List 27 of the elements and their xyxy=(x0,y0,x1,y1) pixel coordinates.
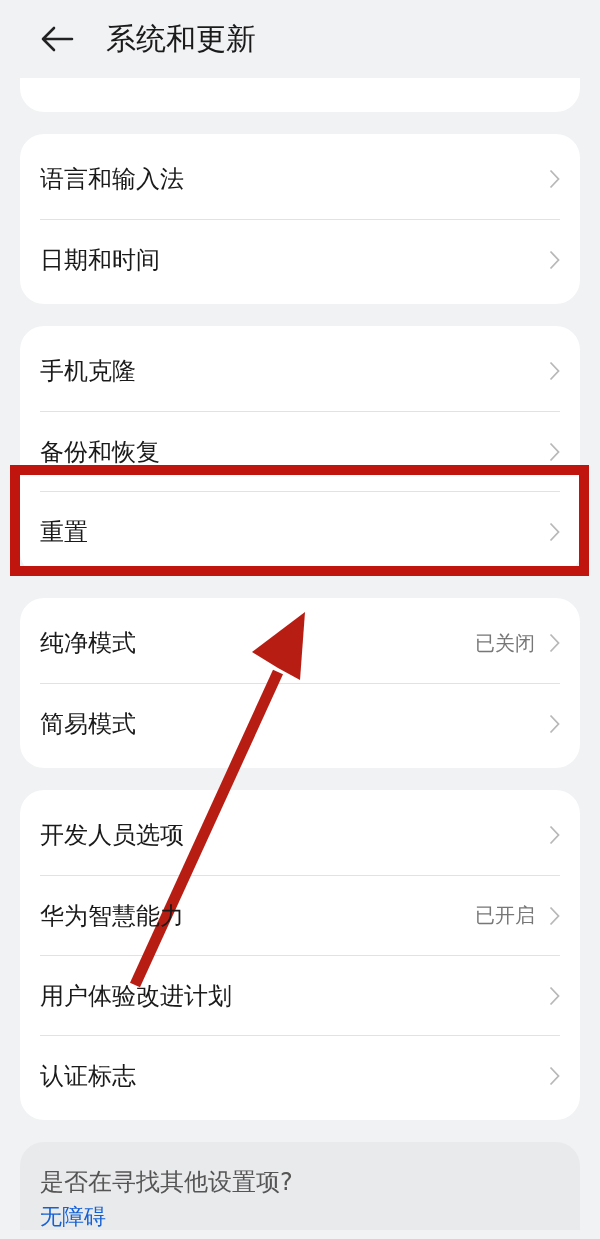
settings-item[interactable]: 认证标志 xyxy=(20,1035,580,1115)
suggestion-text: 是否在寻找其他设置项? xyxy=(40,1168,294,1196)
chevron-icon xyxy=(549,441,560,462)
chevron-icon xyxy=(549,521,560,542)
settings-item[interactable]: 简易模式 xyxy=(20,683,580,763)
chevron-icon xyxy=(549,713,560,734)
chevron-icon xyxy=(549,905,560,926)
chevron-icon xyxy=(549,825,560,845)
back-button[interactable] xyxy=(40,26,74,52)
settings-item[interactable]: 开发人员选项 xyxy=(20,795,580,875)
chevron-icon xyxy=(549,1065,560,1086)
settings-item[interactable]: 语言和输入法 xyxy=(20,139,580,219)
chevron-icon xyxy=(549,633,560,653)
status-text: 已开启 xyxy=(475,902,535,929)
chevron-icon xyxy=(549,249,560,270)
chevron-icon xyxy=(549,361,560,381)
chevron-icon xyxy=(549,985,560,1006)
settings-item[interactable]: 手机克隆 xyxy=(20,331,580,411)
settings-item[interactable]: 用户体验改进计划 xyxy=(20,955,580,1035)
chevron-icon xyxy=(549,169,560,189)
page-title: 系统和更新 xyxy=(106,19,256,58)
accessibility-link[interactable]: 无障碍 xyxy=(40,1204,560,1230)
status-text: 已关闭 xyxy=(475,629,535,657)
settings-item[interactable]: 重置 xyxy=(20,491,580,571)
settings-item[interactable]: 日期和时间 xyxy=(20,219,580,299)
settings-item[interactable]: 备份和恢复 xyxy=(20,411,580,491)
settings-item[interactable]: 纯净模式 已关闭 xyxy=(20,603,580,683)
